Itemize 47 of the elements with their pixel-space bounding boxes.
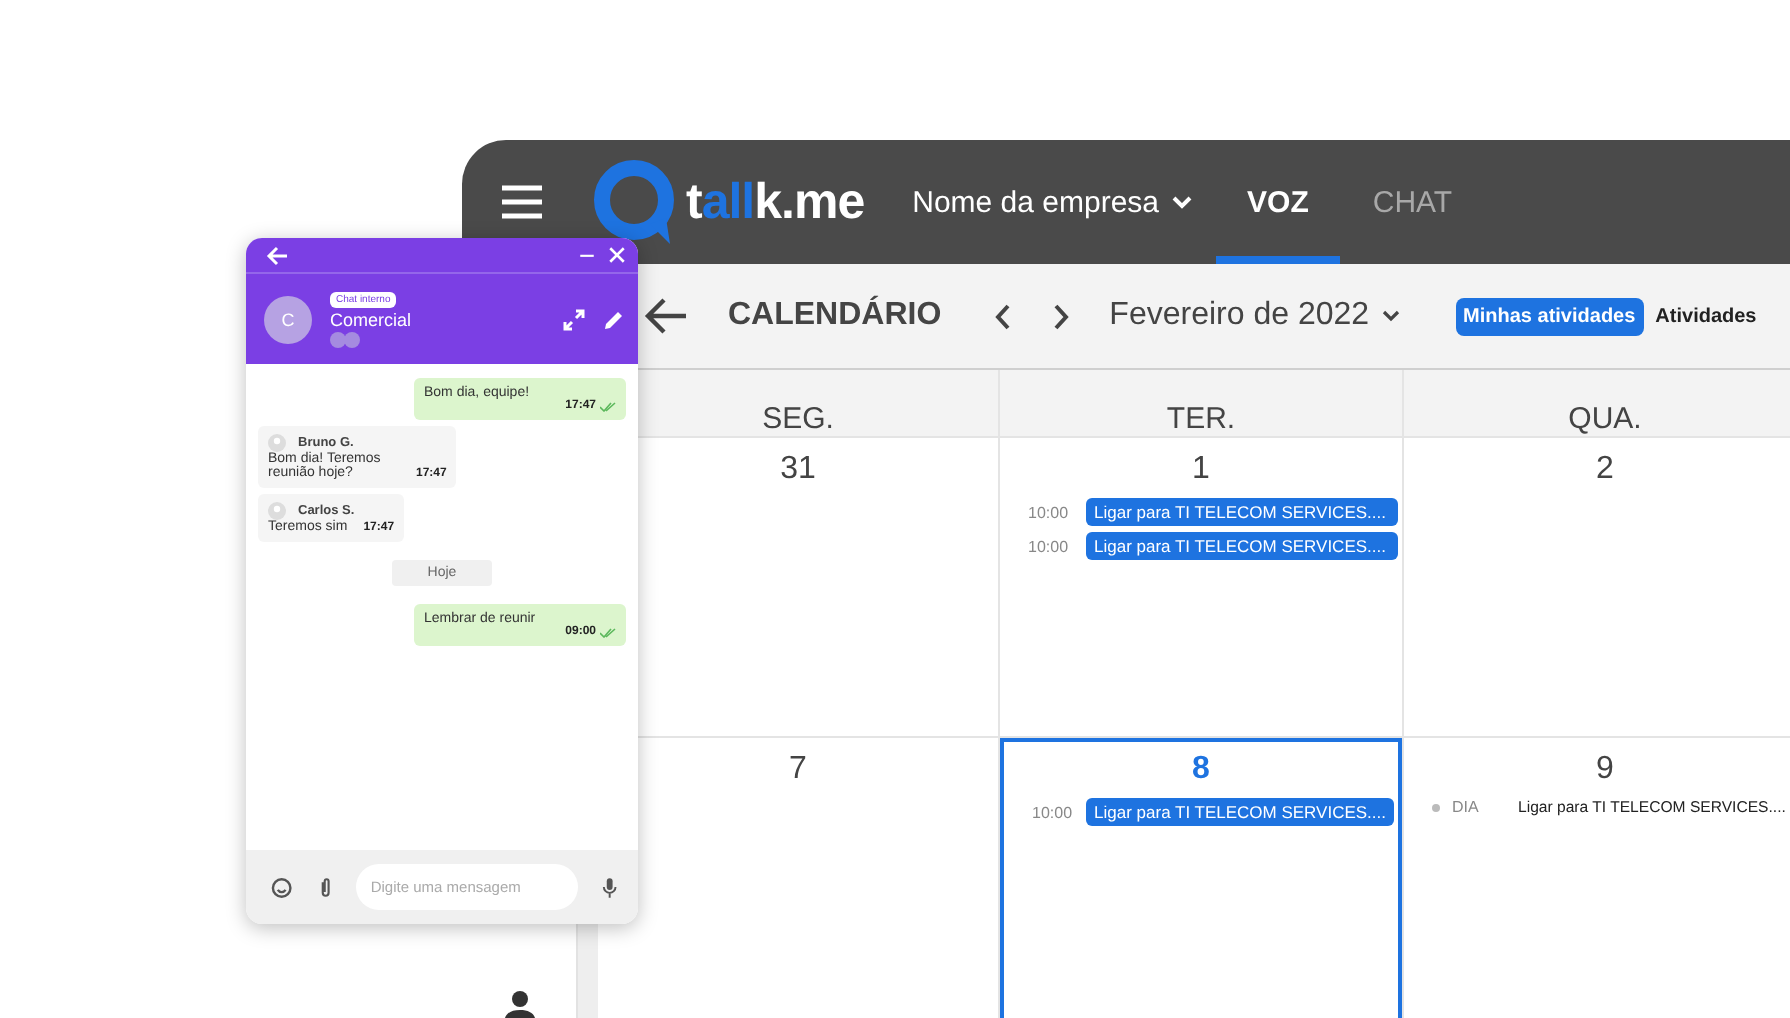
event-chip[interactable]: Ligar para TI TELECOM SERVICES.... xyxy=(1086,498,1398,526)
nav-tab[interactable]: CHAT xyxy=(1340,140,1485,264)
weekday-label: SEG. xyxy=(762,402,834,436)
menu-icon[interactable] xyxy=(502,184,542,220)
event-chip[interactable]: Ligar para TI TELECOM SERVICES.... xyxy=(1086,532,1398,560)
chevron-down-icon xyxy=(1381,310,1400,322)
event-time: 10:00 xyxy=(1028,537,1071,555)
day-cell[interactable]: 2 xyxy=(1404,438,1790,736)
day-number: 7 xyxy=(789,752,807,788)
event-time: 10:00 xyxy=(1032,803,1075,821)
previous-icon[interactable] xyxy=(993,303,1010,329)
page-title: CALENDÁRIO xyxy=(728,298,942,334)
day-number: 31 xyxy=(780,452,816,488)
user-icon[interactable] xyxy=(503,990,535,1018)
event-time: 10:00 xyxy=(1028,503,1071,521)
day-cell[interactable]: 1 10:00 Ligar para TI TELECOM SERVICES.... 10:00 Ligar para TI TELECOM SERVICES.... xyxy=(1000,438,1402,736)
day-number: 2 xyxy=(1596,452,1614,488)
emoji-icon[interactable] xyxy=(270,875,294,899)
user-avatar-icon xyxy=(268,434,286,452)
filter-toggle[interactable]: Minhas atividades xyxy=(1455,297,1644,335)
chevron-down-icon xyxy=(1171,195,1192,209)
double-check-icon xyxy=(600,627,616,637)
pencil-icon[interactable] xyxy=(602,307,626,331)
event-dot xyxy=(1432,803,1440,811)
day-cell[interactable]: 7 xyxy=(598,738,998,1018)
expand-icon[interactable] xyxy=(562,307,586,331)
event-chip[interactable]: Ligar para TI TELECOM SERVICES.... xyxy=(1086,798,1394,826)
group-avatar: C xyxy=(264,295,312,343)
logo-icon xyxy=(590,158,678,246)
day-cell[interactable]: 8 10:00 Ligar para TI TELECOM SERVICES.... xyxy=(1000,738,1402,1018)
next-icon[interactable] xyxy=(1053,303,1070,329)
members-icon xyxy=(330,331,362,347)
logo-text: tallk.me xyxy=(686,173,865,231)
month-dropdown[interactable]: Fevereiro de 2022 xyxy=(1109,298,1400,334)
double-check-icon xyxy=(600,401,616,411)
user-avatar-icon xyxy=(268,502,286,520)
day-number: 9 xyxy=(1596,752,1614,788)
chat-name: Comercial xyxy=(330,309,412,329)
company-dropdown[interactable]: Nome da empresa xyxy=(912,185,1192,219)
close-icon[interactable] xyxy=(608,246,626,264)
weekday-label: QUA. xyxy=(1568,402,1642,436)
day-number: 1 xyxy=(1192,452,1210,488)
weekday-label: TER. xyxy=(1166,402,1236,436)
filter-toggle[interactable]: Atividades xyxy=(1647,297,1765,335)
back-arrow-icon[interactable] xyxy=(644,298,688,334)
event-time: DIA xyxy=(1452,798,1481,816)
day-number: 8 xyxy=(1192,752,1210,788)
